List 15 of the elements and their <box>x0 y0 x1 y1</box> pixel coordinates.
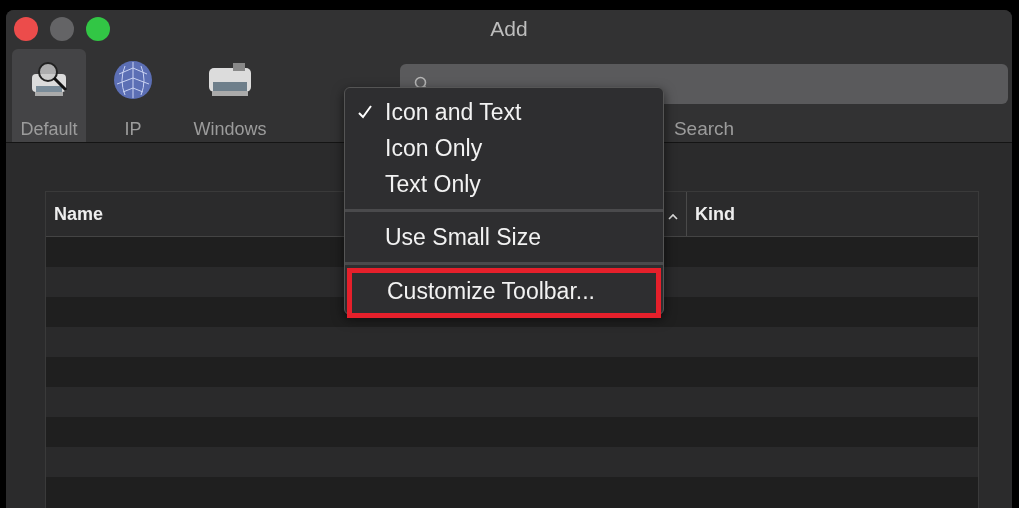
close-button[interactable] <box>14 17 38 42</box>
toolbar-button[interactable]: Default <box>12 48 86 142</box>
minimize-button[interactable] <box>50 17 74 42</box>
menu-item[interactable]: Use Small Size <box>345 219 663 255</box>
menu-item[interactable]: Customize Toolbar... <box>352 273 656 309</box>
column-header[interactable]: Kind <box>687 192 743 236</box>
toolbar-button[interactable]: IP <box>96 48 170 142</box>
menu-item[interactable]: Icon Only <box>345 130 663 166</box>
menu-item[interactable]: Text Only <box>345 166 663 202</box>
toolbar-button[interactable]: Windows <box>180 48 280 142</box>
sort-caret-icon <box>668 212 678 220</box>
search-label: Search <box>673 117 735 140</box>
menu-item[interactable]: Icon and Text <box>345 94 663 130</box>
zoom-button[interactable] <box>86 17 110 42</box>
window-title: Add <box>489 17 529 42</box>
